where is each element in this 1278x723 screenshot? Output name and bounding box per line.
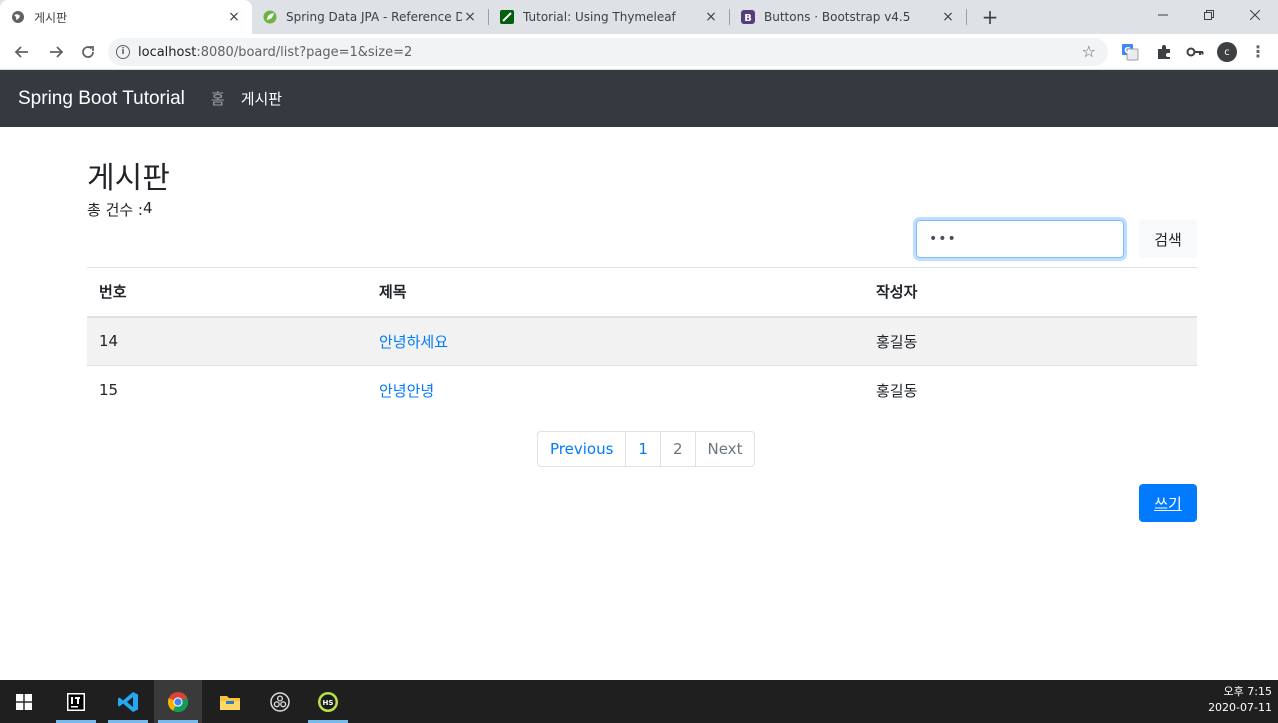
- svg-text:G: G: [1124, 46, 1131, 55]
- svg-text:B: B: [744, 13, 752, 24]
- spring-leaf-icon: [262, 9, 278, 25]
- tab-title: Buttons · Bootstrap v4.5: [764, 10, 911, 24]
- url-path: :8080/board/list?page=1&size=2: [196, 44, 413, 60]
- clock-time: 오후 7:15: [1223, 685, 1272, 698]
- clock-date: 2020-07-11: [1208, 701, 1272, 714]
- cell-title: 안녕하세요: [367, 316, 864, 366]
- thymeleaf-icon: [499, 9, 515, 25]
- browser-toolbar: i localhost:8080/board/list?page=1&size=…: [0, 34, 1278, 70]
- nav-link-home[interactable]: 홈: [211, 88, 225, 109]
- obs-icon[interactable]: [256, 680, 304, 723]
- close-icon[interactable]: ×: [462, 9, 478, 25]
- write-button[interactable]: 쓰기: [1139, 484, 1197, 522]
- pagination: Previous 1 2 Next: [537, 431, 756, 467]
- cell-author: 홍길동: [864, 365, 1197, 415]
- info-icon[interactable]: i: [116, 45, 130, 59]
- pagination-page-1[interactable]: 1: [625, 432, 660, 466]
- extensions-puzzle-icon[interactable]: [1154, 42, 1174, 62]
- tab-thymeleaf[interactable]: Tutorial: Using Thymeleaf ×: [489, 0, 729, 34]
- reload-icon[interactable]: [76, 40, 100, 64]
- table-header-row: 번호 제목 작성자: [87, 267, 1197, 318]
- minimize-icon[interactable]: [1140, 0, 1186, 30]
- file-explorer-icon[interactable]: [206, 680, 254, 723]
- total-count-label: 총 건수 :: [87, 201, 143, 219]
- site-navbar: Spring Boot Tutorial 홈 게시판: [0, 70, 1278, 127]
- page-title: 게시판: [87, 161, 170, 196]
- windows-start-icon[interactable]: [0, 680, 48, 723]
- post-title-link[interactable]: 안녕안녕: [379, 382, 434, 400]
- chrome-icon[interactable]: [154, 680, 202, 723]
- post-title-link[interactable]: 안녕하세요: [379, 333, 448, 351]
- search-input[interactable]: •••: [916, 220, 1124, 258]
- navbar-brand[interactable]: Spring Boot Tutorial: [18, 88, 185, 110]
- total-count-value: 4: [143, 199, 153, 217]
- cell-title: 안녕안녕: [367, 365, 864, 415]
- tab-bootstrap-buttons[interactable]: B Buttons · Bootstrap v4.5 ×: [730, 0, 966, 34]
- svg-text:HS: HS: [323, 699, 334, 707]
- table-row: 14 안녕하세요 홍길동: [87, 316, 1197, 366]
- bootstrap-icon: B: [740, 9, 756, 25]
- back-arrow-icon[interactable]: [10, 40, 34, 64]
- intellij-icon[interactable]: [52, 680, 100, 723]
- url-host: localhost: [138, 44, 197, 60]
- forward-arrow-icon[interactable]: [44, 40, 68, 64]
- tab-board[interactable]: 게시판 ×: [0, 0, 252, 34]
- column-header-author: 작성자: [864, 267, 1197, 318]
- cell-number: 14: [87, 316, 367, 366]
- tab-title: Tutorial: Using Thymeleaf: [523, 10, 676, 24]
- tab-separator: [966, 9, 967, 25]
- tab-spring-data-jpa[interactable]: Spring Data JPA - Reference Do ×: [252, 0, 488, 34]
- browser-menu-icon[interactable]: ⋮: [1250, 42, 1266, 62]
- nav-link-board[interactable]: 게시판: [241, 88, 282, 109]
- profile-avatar[interactable]: c: [1217, 42, 1237, 62]
- cell-author: 홍길동: [864, 316, 1197, 366]
- tab-title: 게시판: [34, 10, 68, 25]
- table-row: 15 안녕안녕 홍길동: [87, 365, 1197, 415]
- key-icon[interactable]: [1185, 42, 1205, 62]
- windows-taskbar: HS 오후 7:15 2020-07-11: [0, 680, 1278, 723]
- globe-icon: [10, 9, 26, 25]
- pagination-page-2[interactable]: 2: [659, 432, 695, 466]
- close-icon[interactable]: ×: [703, 9, 719, 25]
- column-header-number: 번호: [87, 267, 367, 318]
- window-close-icon[interactable]: [1232, 0, 1278, 30]
- browser-tab-strip: 게시판 × Spring Data JPA - Reference Do × T…: [0, 0, 1278, 34]
- translate-icon[interactable]: G: [1120, 42, 1140, 62]
- board-table: 번호 제목 작성자 14 안녕하세요 홍길동 15 안녕안녕 홍길동: [87, 267, 1197, 415]
- restore-icon[interactable]: [1186, 0, 1232, 30]
- column-header-title: 제목: [367, 267, 864, 318]
- pagination-previous[interactable]: Previous: [538, 432, 625, 466]
- total-count: 총 건수 : 4: [87, 199, 153, 220]
- cell-number: 15: [87, 365, 367, 415]
- close-icon[interactable]: ×: [226, 9, 242, 25]
- taskbar-clock[interactable]: 오후 7:15 2020-07-11: [1208, 684, 1272, 716]
- new-tab-button[interactable]: +: [976, 0, 1004, 34]
- address-bar[interactable]: i localhost:8080/board/list?page=1&size=…: [108, 38, 1108, 66]
- close-icon[interactable]: ×: [940, 9, 956, 25]
- hs-app-icon[interactable]: HS: [304, 680, 352, 723]
- tab-title: Spring Data JPA - Reference Do: [286, 10, 462, 24]
- vscode-icon[interactable]: [104, 680, 152, 723]
- bookmark-star-icon[interactable]: ☆: [1082, 42, 1096, 61]
- search-button[interactable]: 검색: [1139, 220, 1197, 258]
- pagination-next[interactable]: Next: [694, 432, 755, 466]
